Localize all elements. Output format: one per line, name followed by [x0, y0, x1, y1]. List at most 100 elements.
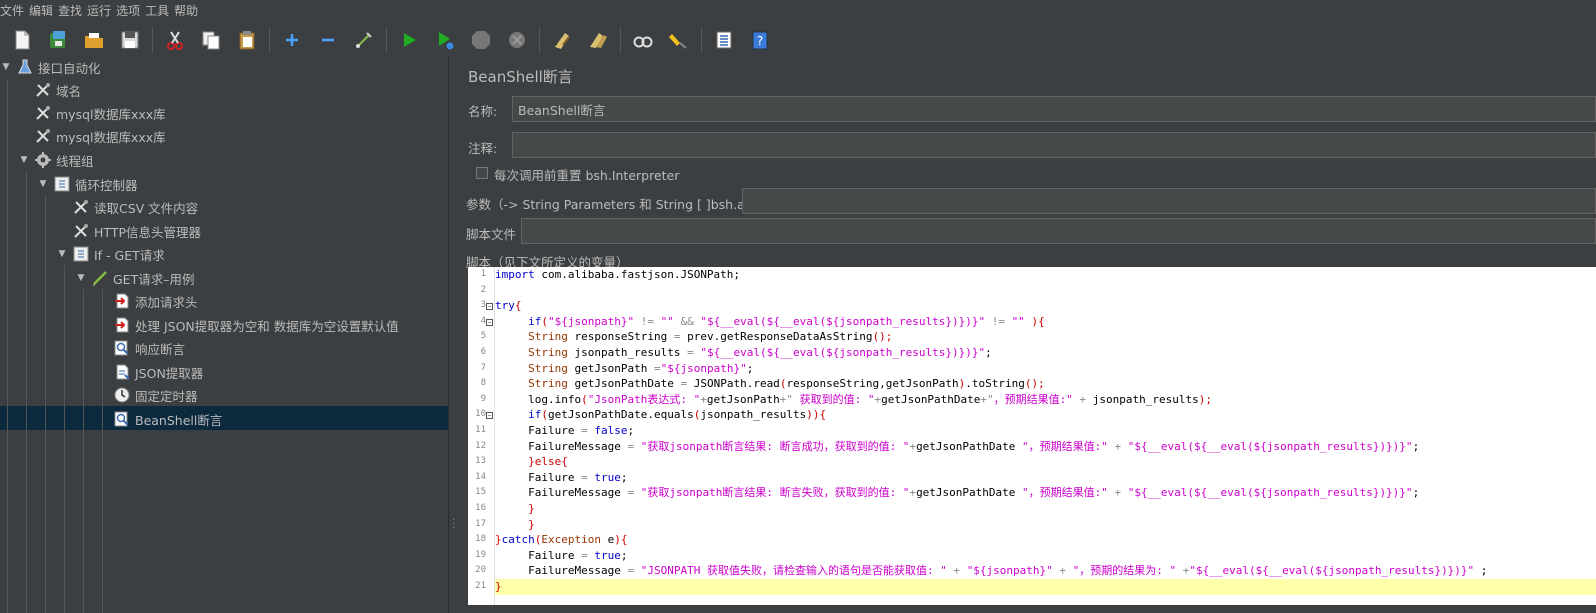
templates-icon[interactable]	[45, 27, 71, 53]
toolbar-separator	[386, 27, 387, 53]
tree-guide-line	[45, 195, 46, 613]
line-number: 3	[480, 300, 486, 311]
shutdown-icon[interactable]	[504, 27, 530, 53]
menu-edit[interactable]: 编辑	[29, 0, 58, 22]
tree-node-if-controller[interactable]: ▼ If - GET请求	[56, 243, 165, 265]
tree-node-label: HTTP信息头管理器	[94, 224, 201, 240]
clear-all-icon[interactable]	[585, 27, 611, 53]
cut-icon[interactable]	[162, 27, 188, 53]
preprocessor-icon	[113, 316, 131, 334]
help-icon[interactable]: ?	[747, 27, 773, 53]
script-editor[interactable]: 1 2 3 4 5 6 7 8 9 10 11 12 13 14 15 16 1…	[468, 267, 1596, 605]
params-input[interactable]	[742, 188, 1596, 214]
open-icon[interactable]	[81, 27, 107, 53]
tree-node-label: 线程组	[56, 153, 94, 169]
tree-node-label: 接口自动化	[38, 60, 101, 76]
code-line: String jsonpath_results = "${__eval(${__…	[528, 346, 992, 359]
tree-node-thread-group[interactable]: ▼ 线程组	[18, 149, 94, 171]
line-number: 20	[475, 565, 486, 576]
expand-arrow-icon[interactable]: ▼	[75, 273, 87, 283]
toolbar-separator	[269, 27, 270, 53]
sampler-pen-icon	[91, 269, 109, 287]
start-icon[interactable]	[396, 27, 422, 53]
code-line: Failure = true;	[528, 548, 628, 562]
tree-node-label: 循环控制器	[75, 177, 138, 193]
toggle-icon[interactable]	[351, 27, 377, 53]
fold-marker-icon[interactable]: –	[486, 412, 493, 419]
code-line-current: }	[495, 579, 1596, 595]
tree-node-loop-controller[interactable]: ▼ 循环控制器	[37, 173, 138, 195]
menu-file[interactable]: 文件	[0, 0, 29, 22]
menu-run[interactable]: 运行	[87, 0, 116, 22]
code-line: }catch(Exception e){	[495, 533, 628, 547]
tree-node-preprocessor[interactable]: 处理 JSON提取器为空和 数据库为空设置默认值	[113, 314, 399, 336]
code-line: if(getJsonPathDate.equals(jsonpath_resul…	[528, 408, 827, 422]
save-icon[interactable]	[117, 27, 143, 53]
expand-icon[interactable]	[279, 27, 305, 53]
fold-marker-icon[interactable]: –	[486, 319, 493, 326]
tree-node-header-manager[interactable]: HTTP信息头管理器	[56, 220, 201, 242]
collapse-icon[interactable]	[315, 27, 341, 53]
expand-arrow-icon[interactable]: ▼	[37, 179, 49, 189]
stop-icon[interactable]	[468, 27, 494, 53]
copy-icon[interactable]	[198, 27, 224, 53]
new-icon[interactable]	[9, 27, 35, 53]
expand-arrow-icon[interactable]: ▼	[56, 249, 68, 259]
fold-marker-icon[interactable]: –	[486, 303, 493, 310]
code-area[interactable]: import com.alibaba.fastjson.JSONPath; tr…	[495, 267, 1596, 605]
tree-node-preprocessor[interactable]: 添加请求头	[113, 290, 198, 312]
config-tool-icon	[72, 222, 90, 240]
tree-node-jdbc-config[interactable]: mysql数据库xxx库	[18, 102, 166, 124]
config-tool-icon	[72, 198, 90, 216]
comment-input[interactable]	[512, 132, 1596, 158]
search-icon[interactable]	[630, 27, 656, 53]
toolbar: ?	[0, 23, 1596, 57]
start-no-pause-icon[interactable]	[432, 27, 458, 53]
line-number: 12	[475, 440, 486, 451]
tree-node-csv-config[interactable]: 读取CSV 文件内容	[56, 196, 198, 218]
menu-options[interactable]: 选项	[116, 0, 145, 22]
tree-guide-line	[26, 171, 27, 613]
expand-arrow-icon[interactable]: ▼	[18, 155, 30, 165]
line-number: 4	[480, 315, 486, 326]
params-label: 参数（-> String Parameters 和 String [ ]bsh.…	[466, 197, 777, 212]
extractor-icon	[113, 363, 131, 381]
clear-icon[interactable]	[549, 27, 575, 53]
code-line: }	[528, 502, 535, 515]
code-line: if("${jsonpath}" != "" && "${__eval(${__…	[528, 314, 1045, 328]
tree-node-constant-timer[interactable]: 固定定时器	[113, 384, 198, 406]
clock-icon	[113, 386, 131, 404]
tree-node-test-plan[interactable]: ▼ 接口自动化	[0, 56, 101, 78]
tree-node-label: 添加请求头	[135, 294, 198, 310]
reset-search-icon[interactable]	[666, 27, 692, 53]
name-input[interactable]: BeanShell断言	[512, 96, 1596, 122]
menu-bar: 文件 编辑 查找 运行 选项 工具 帮助	[0, 0, 1596, 22]
config-tool-icon	[34, 127, 52, 145]
tree-node-label: 读取CSV 文件内容	[94, 200, 199, 216]
svg-text:?: ?	[757, 34, 763, 48]
tree-node-response-assertion[interactable]: 响应断言	[113, 337, 185, 359]
line-number: 16	[475, 503, 486, 513]
menu-search[interactable]: 查找	[58, 0, 87, 22]
line-number: 17	[475, 518, 486, 529]
tree-node-http-sampler[interactable]: ▼ GET请求–用例	[75, 267, 194, 289]
tree-node-json-extractor[interactable]: JSON提取器	[113, 361, 203, 383]
line-number: 2	[480, 284, 486, 295]
comment-label: 注释:	[468, 141, 498, 156]
paste-icon[interactable]	[234, 27, 260, 53]
script-file-input[interactable]	[521, 218, 1596, 244]
code-line: Failure = true;	[528, 470, 628, 484]
tree-node-jdbc-config[interactable]: mysql数据库xxx库	[18, 125, 166, 147]
tree-node-config[interactable]: 域名	[18, 79, 81, 101]
tree-node-label: If - GET请求	[94, 247, 165, 263]
tree-node-label: GET请求–用例	[113, 271, 195, 287]
function-helper-icon[interactable]	[711, 27, 737, 53]
tree-node-beanshell-assertion[interactable]: BeanShell断言	[113, 408, 222, 430]
reset-interpreter-checkbox[interactable]	[476, 167, 488, 179]
menu-help[interactable]: 帮助	[174, 0, 203, 22]
expand-arrow-icon[interactable]: ▼	[0, 62, 12, 72]
tree-node-label: mysql数据库xxx库	[56, 106, 166, 122]
menu-tools[interactable]: 工具	[145, 0, 174, 22]
test-plan-tree: ▼ 接口自动化 域名 mysql数据库xxx库 mysql数据库xxx库 ▼ 线…	[0, 57, 448, 613]
code-line: }	[528, 517, 535, 531]
